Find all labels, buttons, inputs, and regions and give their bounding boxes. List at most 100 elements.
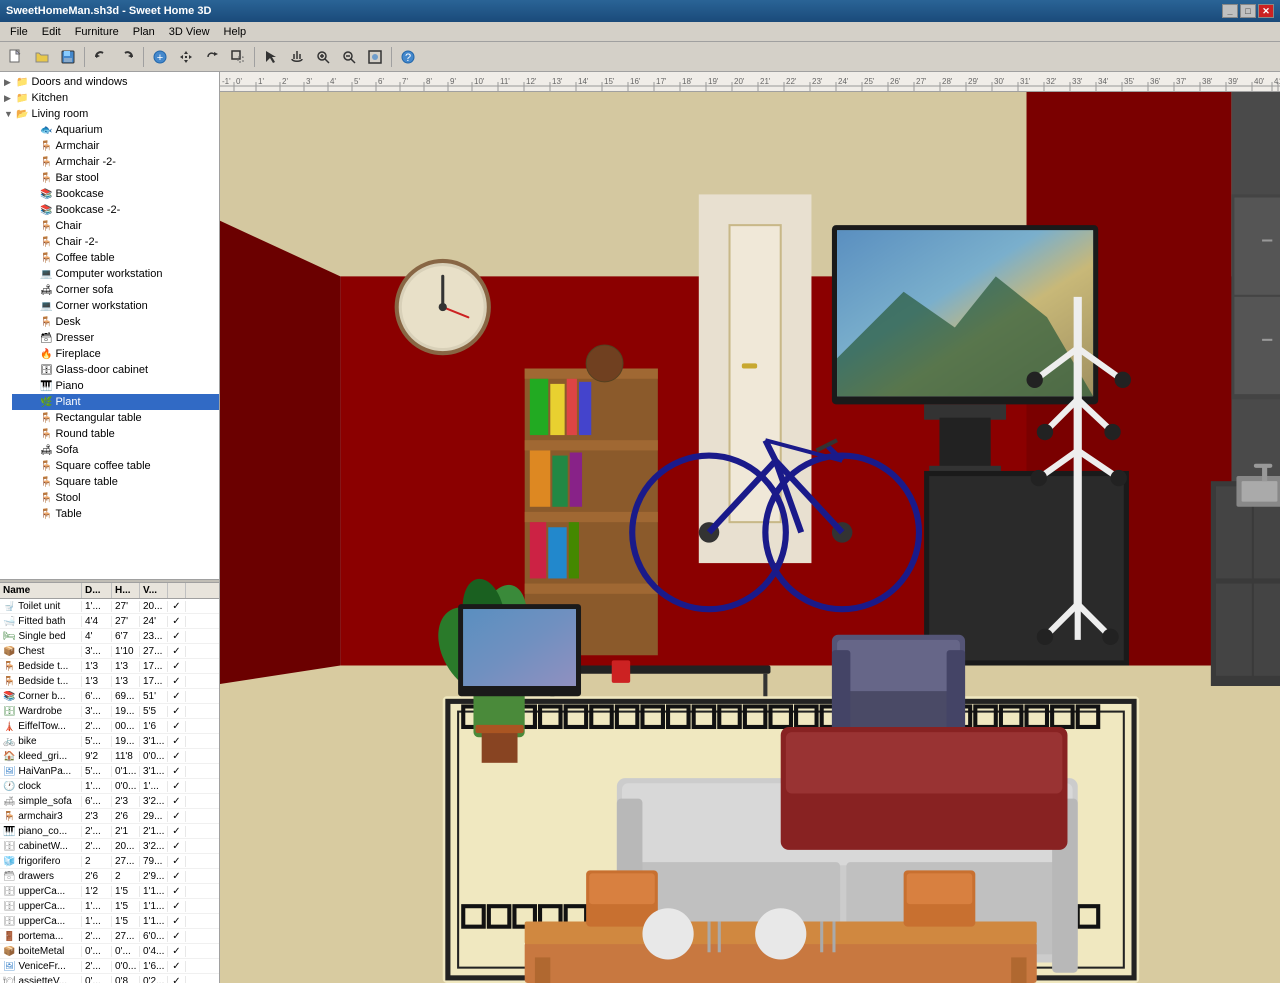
tree-item-corner-sofa[interactable]: 🛋 Corner sofa: [12, 282, 219, 298]
list-item-visible[interactable]: ✓: [168, 871, 186, 882]
tree-item-sq-table[interactable]: 🪑 Square table: [12, 474, 219, 490]
open-button[interactable]: [30, 45, 54, 69]
list-item-visible[interactable]: ✓: [168, 856, 186, 867]
tree-item-desk[interactable]: 🪑 Desk: [12, 314, 219, 330]
list-item-visible[interactable]: ✓: [168, 841, 186, 852]
tree-item-bookcase1[interactable]: 📚 Bookcase: [12, 186, 219, 202]
tree-item-table[interactable]: 🪑 Table: [12, 506, 219, 522]
list-row[interactable]: 🗄 upperCa... 1'2 1'5 1'1... ✓: [0, 884, 219, 899]
list-item-visible[interactable]: ✓: [168, 721, 186, 732]
menu-file[interactable]: File: [4, 24, 34, 40]
list-item-visible[interactable]: ✓: [168, 766, 186, 777]
list-row[interactable]: 🗄 upperCa... 1'... 1'5 1'1... ✓: [0, 899, 219, 914]
col-depth[interactable]: D...: [82, 583, 112, 598]
list-item-visible[interactable]: ✓: [168, 616, 186, 627]
tree-item-chair2[interactable]: 🪑 Chair -2-: [12, 234, 219, 250]
list-body[interactable]: 🚽 Toilet unit 1'... 27' 20... ✓ 🛁 Fitted…: [0, 599, 219, 983]
redo-button[interactable]: [115, 45, 139, 69]
add-furniture-button[interactable]: +: [148, 45, 172, 69]
menu-edit[interactable]: Edit: [36, 24, 67, 40]
list-item-visible[interactable]: ✓: [168, 631, 186, 642]
list-item-visible[interactable]: ✓: [168, 811, 186, 822]
list-row[interactable]: 🧊 frigorifero 2 27... 79... ✓: [0, 854, 219, 869]
tree-item-corner-workstation[interactable]: 💻 Corner workstation: [12, 298, 219, 314]
list-row[interactable]: 🪑 Bedside t... 1'3 1'3 17... ✓: [0, 659, 219, 674]
list-row[interactable]: 🕐 clock 1'... 0'0... 1'... ✓: [0, 779, 219, 794]
list-row[interactable]: 🍽 assietteV... 0'... 0'8 0'2... ✓: [0, 974, 219, 983]
list-row[interactable]: 🏠 kleed_gri... 9'2 11'8 0'0... ✓: [0, 749, 219, 764]
list-item-visible[interactable]: ✓: [168, 706, 186, 717]
move-button[interactable]: [174, 45, 198, 69]
zoom-in-btn[interactable]: [311, 45, 335, 69]
list-item-visible[interactable]: ✓: [168, 691, 186, 702]
list-row[interactable]: 🪑 Bedside t... 1'3 1'3 17... ✓: [0, 674, 219, 689]
list-item-visible[interactable]: ✓: [168, 826, 186, 837]
tree-item-kitchen[interactable]: ▶ 📁 Kitchen: [0, 90, 219, 106]
tree-item-piano[interactable]: 🎹 Piano: [12, 378, 219, 394]
help-button[interactable]: ?: [396, 45, 420, 69]
menu-furniture[interactable]: Furniture: [69, 24, 125, 40]
tree-item-living[interactable]: ▼ 📂 Living room: [0, 106, 219, 122]
list-row[interactable]: 🖼 VeniceFr... 2'... 0'0... 1'6... ✓: [0, 959, 219, 974]
tree-view[interactable]: ▶ 📁 Doors and windows ▶ 📁 Kitchen ▼ 📂 Li…: [0, 72, 219, 579]
tree-item-sq-coffee[interactable]: 🪑 Square coffee table: [12, 458, 219, 474]
list-item-visible[interactable]: ✓: [168, 916, 186, 927]
tree-item-glass-cabinet[interactable]: 🗄 Glass-door cabinet: [12, 362, 219, 378]
list-item-visible[interactable]: ✓: [168, 886, 186, 897]
list-item-visible[interactable]: ✓: [168, 646, 186, 657]
new-button[interactable]: [4, 45, 28, 69]
tree-item-dresser[interactable]: 🗃 Dresser: [12, 330, 219, 346]
menu-help[interactable]: Help: [218, 24, 253, 40]
list-item-visible[interactable]: ✓: [168, 676, 186, 687]
list-row[interactable]: 🖼 HaiVanPa... 5'... 0'1... 3'1... ✓: [0, 764, 219, 779]
list-item-visible[interactable]: ✓: [168, 601, 186, 612]
list-row[interactable]: 🗄 cabinetW... 2'... 20... 3'2... ✓: [0, 839, 219, 854]
tree-item-chair[interactable]: 🪑 Chair: [12, 218, 219, 234]
select-tool[interactable]: [259, 45, 283, 69]
list-item-visible[interactable]: ✓: [168, 781, 186, 792]
list-row[interactable]: 📚 Corner b... 6'... 69... 51' ✓: [0, 689, 219, 704]
maximize-button[interactable]: □: [1240, 4, 1256, 18]
zoom-out-btn[interactable]: [337, 45, 361, 69]
list-row[interactable]: 🚲 bike 5'... 19... 3'1... ✓: [0, 734, 219, 749]
menu-3dview[interactable]: 3D View: [163, 24, 216, 40]
list-row[interactable]: 🪑 armchair3 2'3 2'6 29... ✓: [0, 809, 219, 824]
col-height[interactable]: H...: [112, 583, 140, 598]
save-button[interactable]: [56, 45, 80, 69]
rotate-button[interactable]: [200, 45, 224, 69]
list-item-visible[interactable]: ✓: [168, 751, 186, 762]
tree-item-aquarium[interactable]: 🐟 Aquarium: [12, 122, 219, 138]
tree-item-round-table[interactable]: 🪑 Round table: [12, 426, 219, 442]
tree-item-sofa[interactable]: 🛋 Sofa: [12, 442, 219, 458]
list-item-visible[interactable]: ✓: [168, 796, 186, 807]
minimize-button[interactable]: _: [1222, 4, 1238, 18]
list-row[interactable]: 🚽 Toilet unit 1'... 27' 20... ✓: [0, 599, 219, 614]
tree-item-armchair2[interactable]: 🪑 Armchair -2-: [12, 154, 219, 170]
zoom-fit[interactable]: [363, 45, 387, 69]
list-row[interactable]: 🗄 Wardrobe 3'... 19... 5'5 ✓: [0, 704, 219, 719]
list-item-visible[interactable]: ✓: [168, 976, 186, 983]
col-name[interactable]: Name: [0, 583, 82, 598]
tree-item-coffee-table[interactable]: 🪑 Coffee table: [12, 250, 219, 266]
col-visible[interactable]: [168, 583, 186, 598]
resize-button[interactable]: [226, 45, 250, 69]
list-row[interactable]: 🛏 Single bed 4' 6'7 23... ✓: [0, 629, 219, 644]
list-item-visible[interactable]: ✓: [168, 661, 186, 672]
list-row[interactable]: 🗼 EiffelTow... 2'... 00... 1'6 ✓: [0, 719, 219, 734]
list-row[interactable]: 🗄 upperCa... 1'... 1'5 1'1... ✓: [0, 914, 219, 929]
view-3d[interactable]: [220, 92, 1280, 983]
tree-item-barstool[interactable]: 🪑 Bar stool: [12, 170, 219, 186]
tree-item-rect-table[interactable]: 🪑 Rectangular table: [12, 410, 219, 426]
tree-item-fireplace[interactable]: 🔥 Fireplace: [12, 346, 219, 362]
list-item-visible[interactable]: ✓: [168, 736, 186, 747]
tree-item-stool[interactable]: 🪑 Stool: [12, 490, 219, 506]
list-row[interactable]: 🛁 Fitted bath 4'4 27' 24' ✓: [0, 614, 219, 629]
list-item-visible[interactable]: ✓: [168, 931, 186, 942]
tree-item-computer[interactable]: 💻 Computer workstation: [12, 266, 219, 282]
tree-item-bookcase2[interactable]: 📚 Bookcase -2-: [12, 202, 219, 218]
tree-item-plant[interactable]: 🌿 Plant: [12, 394, 219, 410]
list-row[interactable]: 🎹 piano_co... 2'... 2'1 2'1... ✓: [0, 824, 219, 839]
list-item-visible[interactable]: ✓: [168, 961, 186, 972]
list-row[interactable]: 📦 boiteMetal 0'... 0'... 0'4... ✓: [0, 944, 219, 959]
list-item-visible[interactable]: ✓: [168, 946, 186, 957]
